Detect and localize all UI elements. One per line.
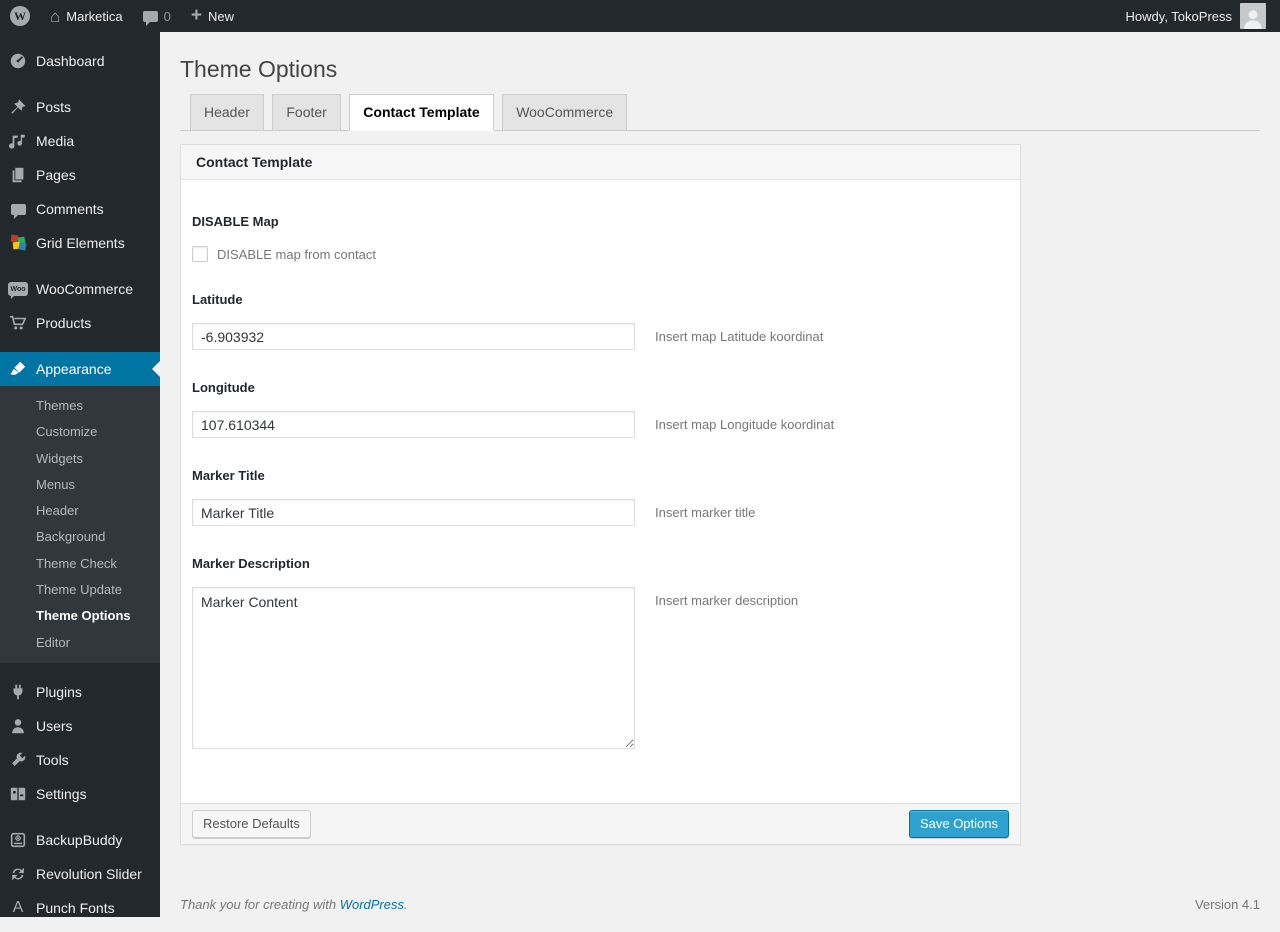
wordpress-logo-icon: W [10,6,30,26]
page-title: Theme Options [180,32,1260,84]
sidebar-item-grid-elements[interactable]: Grid Elements [0,226,160,260]
howdy-text: Howdy, TokoPress [1126,9,1232,24]
submenu-item-editor[interactable]: Editor [0,630,160,656]
longitude-label: Longitude [192,380,1009,395]
save-options-button[interactable]: Save Options [909,810,1009,838]
wordpress-link[interactable]: WordPress [340,897,404,912]
contact-template-panel: Contact Template DISABLE Map DISABLE map… [180,144,1021,845]
tab-woocommerce[interactable]: WooCommerce [502,94,627,131]
sidebar-item-woocommerce[interactable]: Woo WooCommerce [0,272,160,306]
marker-description-textarea[interactable]: Marker Content [192,587,635,749]
site-name: Marketica [66,9,122,24]
sidebar-item-products[interactable]: Products [0,306,160,340]
admin-bar: W ⌂ Marketica 0 + New Howdy, TokoPress [0,0,1280,32]
sidebar-item-posts[interactable]: Posts [0,90,160,124]
marker-description-label: Marker Description [192,556,1009,571]
pages-icon [8,165,28,185]
submenu-item-customize[interactable]: Customize [0,419,160,445]
submenu-item-theme-check[interactable]: Theme Check [0,551,160,577]
sidebar-item-backupbuddy[interactable]: BackupBuddy [0,823,160,857]
marker-title-help-text: Insert marker title [655,505,755,520]
new-content-menu[interactable]: + New [181,0,244,32]
disable-map-label: DISABLE Map [192,214,1009,229]
sidebar-item-tools[interactable]: Tools [0,743,160,777]
sidebar-item-comments[interactable]: Comments [0,192,160,226]
submenu-item-menus[interactable]: Menus [0,472,160,498]
submenu-item-themes[interactable]: Themes [0,393,160,419]
comment-bubble-icon [143,11,158,22]
backup-box-icon [8,830,28,850]
tab-footer[interactable]: Footer [272,94,340,131]
sidebar-item-dashboard[interactable]: Dashboard [0,44,160,78]
admin-sidebar: Dashboard Posts Media Pages Comments [0,32,160,917]
submenu-item-background[interactable]: Background [0,524,160,550]
page-footer: Thank you for creating with WordPress. V… [180,845,1260,932]
marker-title-input[interactable] [192,499,635,526]
longitude-help-text: Insert map Longitude koordinat [655,417,834,432]
sidebar-item-media[interactable]: Media [0,124,160,158]
disable-map-checkbox[interactable] [192,246,208,262]
woo-badge-icon: Woo [8,279,28,299]
tab-header[interactable]: Header [190,94,264,131]
home-icon: ⌂ [50,8,60,25]
dashboard-gauge-icon [8,51,28,71]
sidebar-item-revolution-slider[interactable]: Revolution Slider [0,857,160,891]
comments-adminbar-link[interactable]: 0 [133,0,181,32]
marker-title-label: Marker Title [192,468,1009,483]
submenu-item-theme-options[interactable]: Theme Options [0,603,160,629]
panel-body: DISABLE Map DISABLE map from contact Lat… [181,180,1020,803]
paintbrush-icon [8,359,28,379]
wrench-icon [8,750,28,770]
sidebar-item-users[interactable]: Users [0,709,160,743]
footer-thanks-text: Thank you for creating with WordPress. [180,897,408,912]
settings-icon [8,784,28,804]
submenu-item-widgets[interactable]: Widgets [0,446,160,472]
restore-defaults-button[interactable]: Restore Defaults [192,810,311,838]
letter-a-icon: A [8,898,28,918]
comment-count: 0 [164,9,171,24]
site-menu[interactable]: ⌂ Marketica [40,0,133,32]
person-icon [8,716,28,736]
plus-icon: + [191,6,202,25]
pushpin-icon [8,97,28,117]
longitude-input[interactable] [192,411,635,438]
submenu-item-header[interactable]: Header [0,498,160,524]
marker-description-help-text: Insert marker description [655,593,798,608]
footer-version: Version 4.1 [1195,897,1260,912]
panel-footer: Restore Defaults Save Options [181,803,1020,844]
sidebar-item-pages[interactable]: Pages [0,158,160,192]
main-content: Theme Options Header Footer Contact Temp… [160,0,1280,932]
tab-contact-template[interactable]: Contact Template [349,94,493,131]
cart-icon [8,313,28,333]
refresh-arrows-icon [8,864,28,884]
sidebar-item-plugins[interactable]: Plugins [0,675,160,709]
comment-bubble-icon [8,199,28,219]
sidebar-item-settings[interactable]: Settings [0,777,160,811]
panel-title: Contact Template [181,145,1020,180]
avatar [1240,3,1266,29]
latitude-input[interactable] [192,323,635,350]
sidebar-item-appearance[interactable]: Appearance [0,352,160,386]
plug-icon [8,682,28,702]
media-icon [8,131,28,151]
latitude-help-text: Insert map Latitude koordinat [655,329,823,344]
grid-elements-icon [8,233,28,253]
new-label: New [208,9,234,24]
wordpress-logo-menu[interactable]: W [0,0,40,32]
appearance-submenu: Themes Customize Widgets Menus Header Ba… [0,386,160,663]
account-menu[interactable]: Howdy, TokoPress [1126,0,1280,32]
latitude-label: Latitude [192,292,1009,307]
tab-bar: Header Footer Contact Template WooCommer… [180,94,1260,131]
disable-map-checkbox-label: DISABLE map from contact [217,247,376,262]
submenu-item-theme-update[interactable]: Theme Update [0,577,160,603]
